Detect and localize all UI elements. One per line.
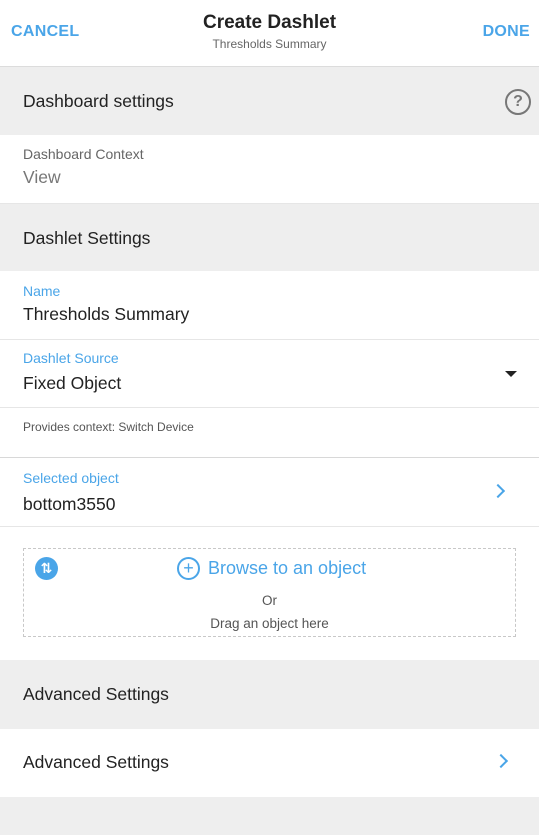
selected-object-field[interactable]: Selected object bottom3550 (0, 458, 539, 527)
provides-context-note: Provides context: Switch Device (0, 408, 539, 458)
dashboard-context-value: View (23, 167, 61, 187)
chevron-right-icon[interactable] (493, 753, 509, 769)
section-title-dashboard: Dashboard settings (23, 91, 174, 111)
dashlet-settings-section: Dashlet Settings (0, 204, 539, 271)
page-title: Create Dashlet (202, 12, 337, 33)
swap-icon[interactable]: ⇅ (35, 557, 58, 580)
advanced-settings-label: Advanced Settings (23, 752, 169, 772)
chevron-right-icon[interactable] (490, 483, 506, 499)
name-caption: Name (23, 283, 61, 299)
dashboard-settings-section: Dashboard settings ? (0, 67, 539, 135)
done-button[interactable]: DONE (483, 23, 530, 41)
selected-object-caption: Selected object (23, 470, 119, 486)
header-bar: CANCEL Create Dashlet Thresholds Summary… (0, 0, 539, 67)
help-icon[interactable]: ? (505, 89, 531, 115)
dashboard-context-caption: Dashboard Context (23, 146, 144, 162)
name-field[interactable]: Name Thresholds Summary (0, 271, 539, 340)
chevron-down-icon[interactable] (505, 371, 517, 377)
provides-context-text: Provides context: Switch Device (23, 420, 194, 434)
object-drop-zone[interactable]: ⇅ + Browse to an object Or Drag an objec… (23, 548, 516, 637)
selected-object-value: bottom3550 (23, 494, 116, 514)
dashlet-source-value[interactable]: Fixed Object (23, 373, 121, 394)
browse-object-link[interactable]: Browse to an object (208, 558, 366, 579)
dashlet-source-caption: Dashlet Source (23, 350, 119, 366)
name-value[interactable]: Thresholds Summary (23, 304, 189, 325)
add-circle-icon[interactable]: + (177, 557, 200, 580)
dashlet-source-select[interactable]: Dashlet Source Fixed Object (0, 340, 539, 408)
advanced-settings-section: Advanced Settings (0, 660, 539, 729)
dashboard-context-field[interactable]: Dashboard Context View (0, 135, 539, 204)
section-title-advanced: Advanced Settings (23, 684, 169, 704)
or-label: Or (262, 593, 277, 608)
section-title-dashlet: Dashlet Settings (23, 228, 151, 248)
page-subtitle: Thresholds Summary (212, 37, 327, 51)
drag-object-hint: Drag an object here (210, 616, 329, 631)
bottom-spacer (0, 797, 539, 835)
advanced-settings-row[interactable]: Advanced Settings (0, 729, 539, 797)
